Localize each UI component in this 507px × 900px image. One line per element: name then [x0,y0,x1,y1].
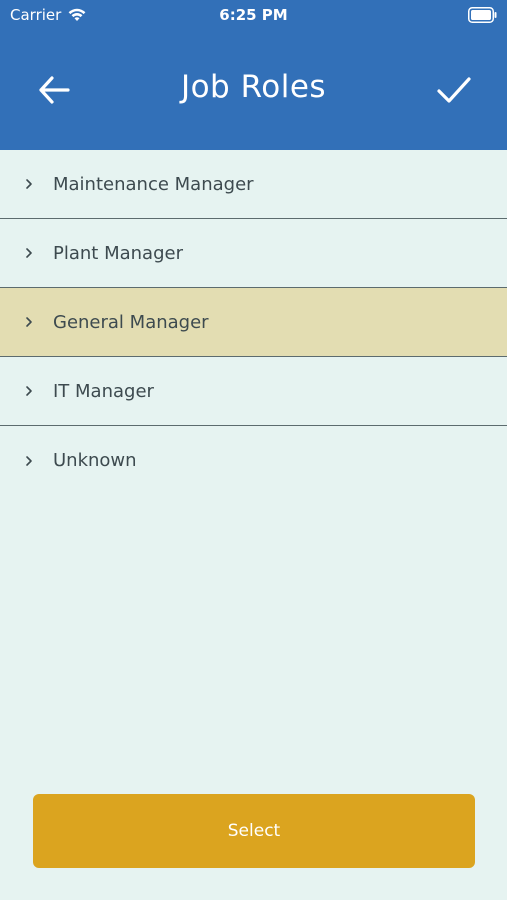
select-button-label: Select [227,821,281,841]
status-time: 6:25 PM [219,6,288,24]
list-item-label: IT Manager [53,380,154,402]
list-item-general-manager[interactable]: General Manager [0,288,507,357]
back-button[interactable] [34,70,74,110]
page-title: Job Roles [180,69,327,105]
list-item-label: General Manager [53,311,209,333]
checkmark-icon [437,77,471,103]
status-bar: Carrier 6:25 PM [0,0,507,30]
chevron-right-icon [26,455,32,466]
job-roles-list: Maintenance Manager Plant Manager Genera… [0,150,507,495]
list-item-label: Plant Manager [53,242,183,264]
chevron-right-icon [26,317,32,327]
list-item-unknown[interactable]: Unknown [0,426,507,495]
chevron-right-icon [26,386,32,396]
list-item-label: Unknown [53,450,137,471]
list-item-maintenance-manager[interactable]: Maintenance Manager [0,150,507,219]
chevron-right-icon [26,179,32,189]
done-button[interactable] [433,70,475,110]
chevron-right-icon [26,248,32,258]
arrow-left-icon [39,76,70,104]
nav-bar: Job Roles [0,55,507,125]
select-button[interactable]: Select [33,794,475,868]
list-item-label: Maintenance Manager [53,173,254,195]
app-header: Carrier 6:25 PM Job Roles [0,0,507,150]
list-item-it-manager[interactable]: IT Manager [0,357,507,426]
battery-icon [468,7,497,23]
list-item-plant-manager[interactable]: Plant Manager [0,219,507,288]
